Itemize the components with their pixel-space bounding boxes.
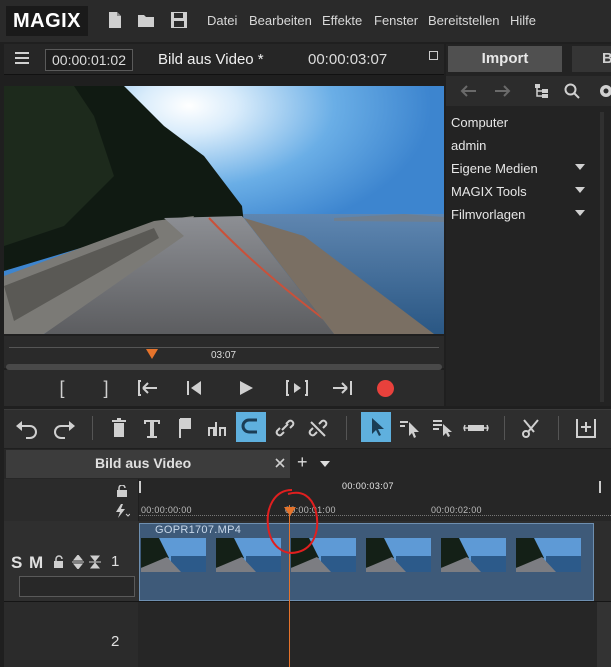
lightning-effects-icon[interactable] — [114, 504, 130, 518]
chevron-down-icon[interactable] — [575, 187, 585, 193]
save-icon[interactable] — [169, 10, 189, 30]
link-icon[interactable] — [272, 416, 298, 440]
video-preview-frame — [4, 86, 444, 334]
tab-second[interactable]: B — [572, 46, 611, 72]
lock-icon[interactable] — [116, 485, 128, 497]
expand-track-icon[interactable] — [71, 555, 85, 569]
media-item-computer[interactable]: Computer — [451, 115, 508, 130]
back-arrow-icon[interactable] — [459, 84, 477, 98]
jump-to-start-icon[interactable] — [137, 380, 159, 396]
chevron-down-icon[interactable] — [575, 164, 585, 170]
undo-icon[interactable] — [14, 416, 40, 440]
pointer-all-tracks-icon[interactable] — [430, 416, 456, 440]
jump-to-end-icon[interactable] — [331, 380, 353, 396]
pointer-single-track-icon[interactable] — [397, 416, 423, 440]
open-folder-icon[interactable] — [136, 10, 156, 30]
chevron-down-icon[interactable] — [320, 461, 330, 467]
duration-timecode: 00:00:03:07 — [308, 51, 388, 68]
unlink-icon[interactable] — [305, 416, 331, 440]
chevron-down-icon[interactable] — [575, 210, 585, 216]
toolbar-divider — [558, 416, 559, 440]
solo-button[interactable]: S — [11, 553, 22, 573]
ruler-mark: 00:00:00:00 — [141, 505, 192, 515]
clip-thumbnail — [141, 538, 206, 572]
mark-out-button[interactable]: ] — [92, 378, 120, 399]
previous-frame-icon[interactable] — [185, 380, 203, 396]
record-button[interactable] — [377, 380, 394, 397]
mouse-pointer-icon — [372, 418, 384, 436]
media-pool-scrollbar[interactable] — [600, 112, 604, 402]
ruler-ticks — [139, 515, 611, 520]
maximize-icon[interactable] — [429, 51, 438, 60]
mark-in-button[interactable]: [ — [48, 378, 76, 399]
text-title-icon[interactable] — [139, 416, 165, 440]
toolbar-divider — [504, 416, 505, 440]
forward-arrow-icon[interactable] — [494, 84, 512, 98]
magix-logo: MAGIX — [6, 6, 88, 36]
annotation-circle — [266, 489, 319, 554]
clip-name: GOPR1707.MP4 — [155, 524, 242, 536]
hamburger-menu-icon[interactable] — [15, 52, 29, 64]
add-movie-button[interactable]: + — [297, 452, 308, 473]
scrub-time-label: 03:07 — [211, 350, 237, 361]
menu-datei[interactable]: Datei — [207, 13, 237, 28]
timeline-tab-title: Bild aus Video — [95, 455, 192, 471]
mute-button[interactable]: M — [29, 553, 43, 573]
scrub-position-marker[interactable] — [146, 349, 158, 359]
play-icon[interactable] — [238, 380, 254, 396]
play-marked-range-icon[interactable] — [286, 380, 308, 396]
track-number: 2 — [111, 633, 120, 650]
insert-mode-icon[interactable] — [573, 416, 599, 440]
redo-icon[interactable] — [51, 416, 77, 440]
folder-tree-icon[interactable] — [534, 83, 550, 99]
position-timecode[interactable]: 00:00:01:02 — [45, 49, 133, 71]
track-lock-icon[interactable] — [53, 555, 67, 569]
new-file-icon[interactable] — [105, 10, 125, 30]
clip-thumbnail — [516, 538, 581, 572]
collapse-track-icon[interactable] — [88, 555, 102, 569]
delete-trash-icon[interactable] — [106, 416, 132, 440]
timeline-scrollbar[interactable] — [597, 602, 611, 667]
menu-hilfe[interactable]: Hilfe — [510, 13, 536, 28]
search-icon[interactable] — [564, 83, 580, 99]
toolbar-divider — [346, 416, 347, 440]
scissors-cut-icon[interactable] — [518, 416, 544, 440]
scrub-track — [9, 347, 439, 348]
range-duration-label: 00:00:03:07 — [342, 481, 394, 491]
split-scene-icon[interactable] — [205, 416, 231, 440]
media-item-magix-tools[interactable]: MAGIX Tools — [451, 184, 527, 199]
menu-bereitstellen[interactable]: Bereitstellen — [428, 13, 500, 28]
clip-thumbnail — [366, 538, 431, 572]
track-number: 1 — [111, 553, 120, 570]
media-item-filmvorlagen[interactable]: Filmvorlagen — [451, 207, 525, 222]
media-item-admin[interactable]: admin — [451, 138, 486, 153]
preview-title: Bild aus Video * — [158, 51, 264, 68]
ruler-mark: 00:00:02:00 — [431, 505, 482, 515]
menu-fenster[interactable]: Fenster — [374, 13, 418, 28]
close-tab-icon[interactable] — [275, 458, 285, 468]
media-item-eigene-medien[interactable]: Eigene Medien — [451, 161, 538, 176]
track-name-field[interactable] — [19, 576, 135, 597]
settings-gear-icon[interactable] — [598, 83, 611, 99]
toolbar-divider — [92, 416, 93, 440]
tab-import[interactable]: Import — [448, 46, 562, 72]
marker-flag-icon[interactable] — [172, 416, 198, 440]
menu-effekte[interactable]: Effekte — [322, 13, 362, 28]
magnet-icon — [241, 418, 257, 434]
menu-bearbeiten[interactable]: Bearbeiten — [249, 13, 312, 28]
stretch-mode-icon[interactable] — [463, 416, 489, 440]
clip-thumbnail — [441, 538, 506, 572]
